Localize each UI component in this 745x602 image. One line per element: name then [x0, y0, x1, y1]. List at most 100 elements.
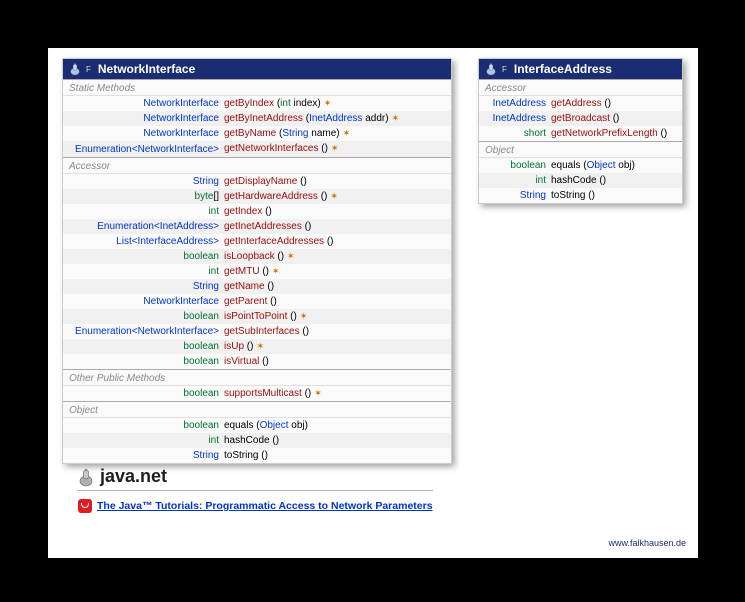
return-type: boolean — [69, 310, 224, 323]
method-name: getName — [224, 281, 265, 292]
return-type: byte[] — [69, 190, 224, 203]
method-signature: getNetworkInterfaces ()✶ — [224, 142, 445, 155]
method-name: getBroadcast — [551, 113, 610, 124]
method-name: toString — [224, 450, 258, 461]
method-name: isVirtual — [224, 356, 259, 367]
method-signature: getByName (String name)✶ — [224, 127, 445, 140]
throws-icon: ✶ — [256, 340, 264, 353]
return-type: boolean — [485, 159, 551, 172]
section-label: Static Methods — [63, 79, 451, 96]
throws-icon: ✶ — [330, 190, 338, 203]
method-row: intgetMTU ()✶ — [63, 264, 451, 279]
return-type: NetworkInterface — [69, 112, 224, 125]
method-params: () — [588, 190, 595, 201]
method-params: (Object obj) — [256, 420, 308, 431]
method-name: getNetworkInterfaces — [224, 144, 319, 155]
method-row: NetworkInterfacegetByName (String name)✶ — [63, 126, 451, 141]
method-row: intgetIndex () — [63, 204, 451, 219]
method-params: () — [262, 266, 269, 277]
method-row: booleansupportsMulticast ()✶ — [63, 386, 451, 401]
package-block: java.net The Java™ Tutorials: Programmat… — [78, 466, 433, 513]
throws-icon: ✶ — [324, 97, 332, 110]
method-signature: supportsMulticast ()✶ — [224, 387, 445, 400]
method-row: booleanequals (Object obj) — [63, 418, 451, 433]
method-row: InetAddressgetBroadcast () — [479, 111, 682, 126]
return-type: String — [69, 280, 224, 293]
method-params: () — [277, 251, 284, 262]
return-type: Enumeration<NetworkInterface> — [69, 143, 224, 156]
method-row: inthashCode () — [63, 433, 451, 448]
method-params: () — [265, 206, 272, 217]
section-label: Other Public Methods — [63, 369, 451, 386]
method-signature: isUp ()✶ — [224, 340, 445, 353]
method-params: () — [262, 356, 269, 367]
class-title: InterfaceAddress — [514, 62, 612, 76]
return-type: int — [69, 434, 224, 447]
method-name: hashCode — [551, 175, 597, 186]
method-params: (InetAddress addr) — [306, 113, 389, 124]
method-row: NetworkInterfacegetByInetAddress (InetAd… — [63, 111, 451, 126]
method-name: getByIndex — [224, 98, 274, 109]
method-params: () — [604, 98, 611, 109]
method-signature: isVirtual () — [224, 355, 445, 368]
method-params: (String name) — [279, 128, 340, 139]
method-params: (int index) — [277, 98, 321, 109]
method-signature: isLoopback ()✶ — [224, 250, 445, 263]
method-name: isLoopback — [224, 251, 275, 262]
return-type: Enumeration<NetworkInterface> — [69, 325, 224, 338]
method-name: getSubInterfaces — [224, 326, 300, 337]
method-params: () — [321, 144, 328, 155]
method-row: booleanisPointToPoint ()✶ — [63, 309, 451, 324]
return-type: NetworkInterface — [69, 97, 224, 110]
method-params: () — [272, 435, 279, 446]
method-signature: getSubInterfaces () — [224, 325, 445, 338]
method-name: toString — [551, 190, 585, 201]
method-params: (Object obj) — [583, 160, 635, 171]
tutorial-link[interactable]: The Java™ Tutorials: Programmatic Access… — [97, 500, 433, 512]
method-signature: getNetworkPrefixLength () — [551, 127, 676, 140]
return-type: int — [485, 174, 551, 187]
method-signature: equals (Object obj) — [224, 419, 445, 432]
method-signature: toString () — [551, 189, 676, 202]
method-signature: getInterfaceAddresses () — [224, 235, 445, 248]
method-signature: getByInetAddress (InetAddress addr)✶ — [224, 112, 445, 125]
panel-header: FNetworkInterface — [63, 59, 451, 79]
class-flag: F — [502, 65, 507, 74]
method-row: Enumeration<NetworkInterface>getSubInter… — [63, 324, 451, 339]
method-name: getNetworkPrefixLength — [551, 128, 658, 139]
method-row: StringtoString () — [63, 448, 451, 463]
method-signature: getBroadcast () — [551, 112, 676, 125]
return-type: InetAddress — [485, 97, 551, 110]
method-params: () — [305, 388, 312, 399]
credit-link[interactable]: www.falkhausen.de — [608, 538, 686, 548]
class-title: NetworkInterface — [98, 62, 195, 76]
method-params: () — [247, 341, 254, 352]
method-name: getInterfaceAddresses — [224, 236, 324, 247]
method-row: StringgetName () — [63, 279, 451, 294]
method-name: isPointToPoint — [224, 311, 287, 322]
method-row: booleanisLoopback ()✶ — [63, 249, 451, 264]
return-type: String — [69, 175, 224, 188]
method-row: InetAddressgetAddress () — [479, 96, 682, 111]
method-signature: toString () — [224, 449, 445, 462]
method-row: inthashCode () — [479, 173, 682, 188]
throws-icon: ✶ — [272, 265, 280, 278]
method-signature: getDisplayName () — [224, 175, 445, 188]
method-row: shortgetNetworkPrefixLength () — [479, 126, 682, 141]
throws-icon: ✶ — [300, 310, 308, 323]
throws-icon: ✶ — [314, 387, 322, 400]
method-signature: isPointToPoint ()✶ — [224, 310, 445, 323]
method-name: equals — [224, 420, 253, 431]
package-name: java.net — [100, 466, 167, 487]
return-type: int — [69, 205, 224, 218]
method-name: getByInetAddress — [224, 113, 303, 124]
bell-icon — [69, 62, 81, 76]
bell-icon — [485, 62, 497, 76]
method-params: () — [300, 176, 307, 187]
return-type: short — [485, 127, 551, 140]
bell-icon — [78, 467, 94, 487]
method-name: isUp — [224, 341, 244, 352]
return-type: NetworkInterface — [69, 127, 224, 140]
method-name: supportsMulticast — [224, 388, 302, 399]
return-type: boolean — [69, 419, 224, 432]
